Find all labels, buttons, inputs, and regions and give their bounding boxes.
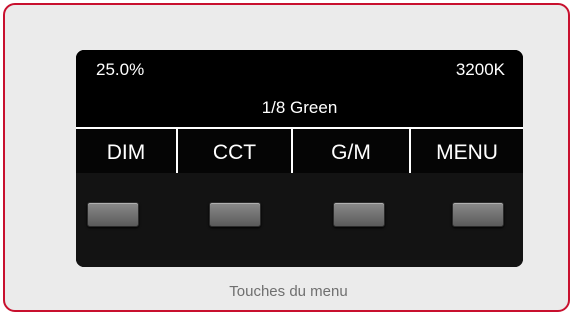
gm-button[interactable] bbox=[333, 202, 385, 227]
figure-frame: 25.0% 3200K 1/8 Green DIM CCT G/M MENU T… bbox=[3, 3, 570, 312]
dim-button[interactable] bbox=[87, 202, 139, 227]
lcd-display: 25.0% 3200K 1/8 Green bbox=[76, 50, 523, 127]
softkey-label-menu: MENU bbox=[436, 141, 498, 164]
cct-button[interactable] bbox=[209, 202, 261, 227]
softkey-labels: DIM CCT G/M MENU bbox=[76, 129, 523, 173]
dim-readout: 25.0% bbox=[96, 60, 145, 79]
menu-button[interactable] bbox=[452, 202, 504, 227]
figure-caption: Touches du menu bbox=[229, 283, 348, 300]
cct-readout: 3200K bbox=[455, 60, 505, 79]
control-panel: 25.0% 3200K 1/8 Green DIM CCT G/M MENU bbox=[76, 50, 523, 267]
softkey-label-gm: G/M bbox=[331, 141, 371, 164]
softkey-label-cct: CCT bbox=[212, 141, 257, 164]
softkey-label-dim: DIM bbox=[106, 141, 146, 164]
gm-readout: 1/8 Green bbox=[261, 98, 338, 117]
button-row bbox=[76, 173, 523, 267]
